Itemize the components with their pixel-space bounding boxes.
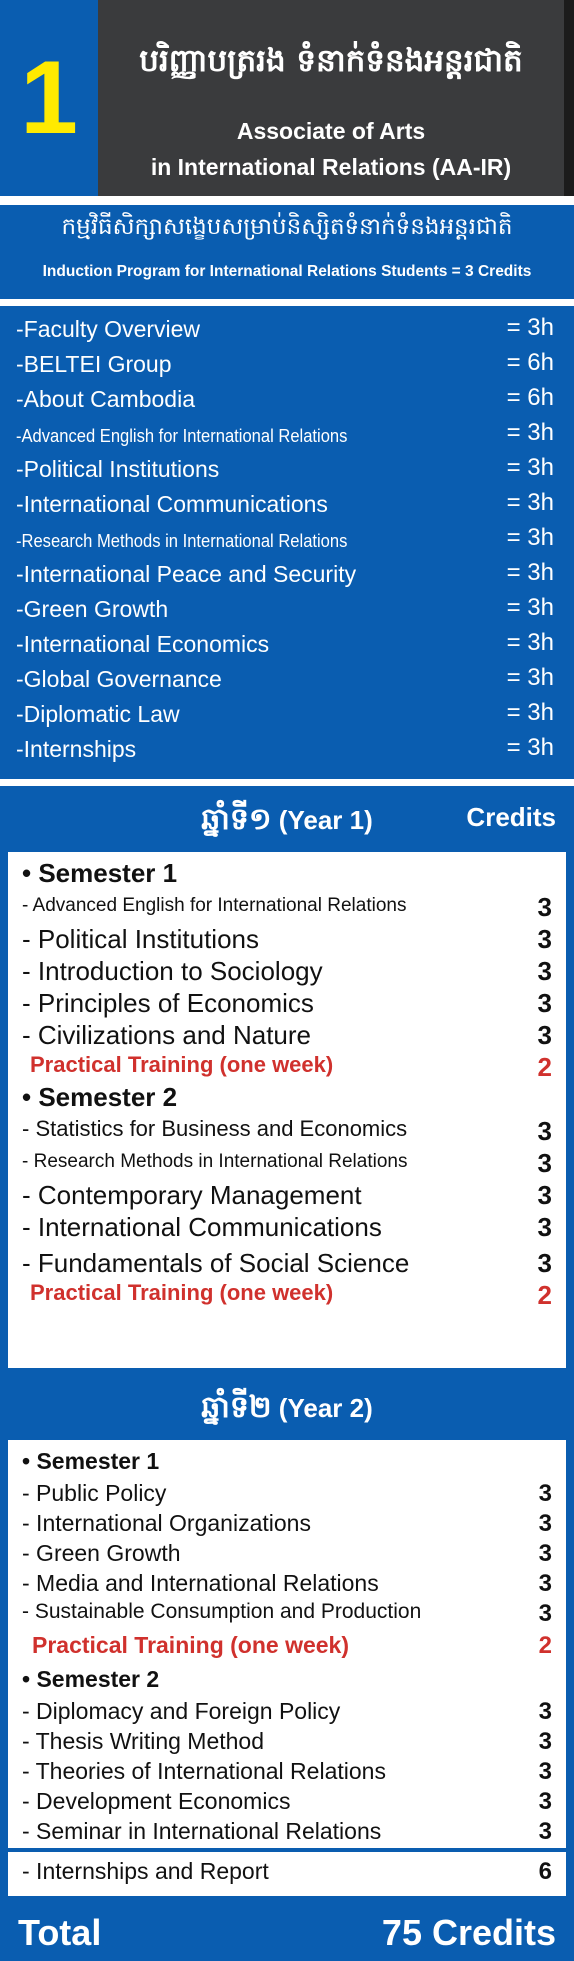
induction-item: -Green Growth = 3h [16,594,554,622]
induction-item: -Diplomatic Law = 3h [16,699,554,727]
induction-item: -Faculty Overview = 3h [16,314,554,342]
year1-header: ឆ្នាំទី១ (Year 1) Credits [0,786,574,852]
induction-item: -Political Institutions = 3h [16,454,554,482]
year2-course-list: • Semester 1 - Public Policy 3 - Internat… [8,1440,566,1896]
section-divider [8,1848,566,1852]
course-row: - Political Institutions 3 [22,924,552,954]
program-title-panel: បរិញ្ញាបត្ររង ទំនាក់ទំនងអន្តរជាតិ Associ… [98,0,564,196]
course-row: - Theories of International Relations 3 [22,1758,552,1785]
course-row: - Sustainable Consumption and Production… [22,1600,552,1627]
course-row: - International Communications 3 [22,1212,552,1242]
program-title-en-line2: in International Relations (AA-IR) [150,154,512,180]
total-bar: Total 75 Credits [0,1902,574,1961]
induction-header: កម្មវិធីសិក្សាសង្ខេបសម្រាប់និស្សិតទំនាក់… [0,205,574,299]
course-row: - Principles of Economics 3 [22,988,552,1018]
year1-course-list-cont: - Fundamentals of Social Science 3 Practi… [8,1244,566,1368]
program-number: 1 [20,40,78,156]
course-row: - Green Growth 3 [22,1540,552,1567]
internships-row: - Internships and Report 6 [22,1858,552,1885]
curriculum-sheet: 1 បរិញ្ញាបត្ររង ទំនាក់ទំនងអន្តរជាតិ Asso… [0,0,574,1961]
practical-training-row: Practical Training (one week) 2 [30,1052,552,1082]
year2-title: ឆ្នាំទី២ (Year 2) [201,1390,373,1425]
year1-semester2-heading: • Semester 2 [22,1082,178,1112]
induction-item: -International Communications = 3h [16,489,554,517]
course-row: - Civilizations and Nature 3 [22,1020,552,1050]
induction-item: -International Economics = 3h [16,629,554,657]
induction-item: -Research Methods in International Relat… [16,524,554,551]
practical-training-row: Practical Training (one week) 2 [30,1280,552,1310]
induction-item: -BELTEI Group = 6h [16,349,554,377]
program-header: 1 បរិញ្ញាបត្ររង ទំនាក់ទំនងអន្តរជាតិ Asso… [0,0,574,196]
total-credits: 75 Credits [381,1912,556,1953]
year2-semester1-heading: • Semester 1 [22,1448,160,1474]
course-row: - Advanced English for International Rel… [22,892,552,922]
total-label: Total [18,1912,102,1953]
induction-item: -International Peace and Security = 3h [16,559,554,587]
course-row: - Development Economics 3 [22,1788,552,1815]
course-row: - Statistics for Business and Economics 3 [22,1116,552,1146]
program-number-badge: 1 [0,0,98,196]
course-row: - Research Methods in International Rela… [22,1148,552,1178]
year1-credits-label: Credits [466,802,556,832]
induction-item: -Advanced English for International Rela… [16,419,554,446]
course-row: - Public Policy 3 [22,1480,552,1507]
induction-list: -Faculty Overview = 3h -BELTEI Group = 6h … [0,306,574,779]
course-row: - International Organizations 3 [22,1510,552,1537]
year2-semester2-heading: • Semester 2 [22,1666,160,1692]
course-row: - Seminar in International Relations 3 [22,1818,552,1845]
year1-course-list: • Semester 1 - Advanced English for Inte… [8,852,566,1254]
course-row: - Thesis Writing Method 3 [22,1728,552,1755]
program-title-kh: បរិញ្ញាបត្ររង ទំនាក់ទំនងអន្តរជាតិ [139,43,523,79]
course-row: - Fundamentals of Social Science 3 [22,1248,552,1278]
induction-item: -Global Governance = 3h [16,664,554,692]
induction-item: -Internships = 3h [16,734,554,762]
course-row: - Media and International Relations 3 [22,1570,552,1597]
practical-training-row: Practical Training (one week) 2 [32,1632,552,1659]
induction-title-en: Induction Program for International Rela… [42,263,532,280]
year1-semester1-heading: • Semester 1 [22,858,178,888]
program-title-en-line1: Associate of Arts [236,118,426,144]
course-row: - Introduction to Sociology 3 [22,956,552,986]
induction-title-kh: កម្មវិធីសិក្សាសង្ខេបសម្រាប់និស្សិតទំនាក់… [61,214,513,240]
course-row: - Diplomacy and Foreign Policy 3 [22,1698,552,1725]
year2-header: ឆ្នាំទី២ (Year 2) [0,1374,574,1440]
induction-item: -About Cambodia = 6h [16,384,554,412]
course-row: - Contemporary Management 3 [22,1180,552,1210]
